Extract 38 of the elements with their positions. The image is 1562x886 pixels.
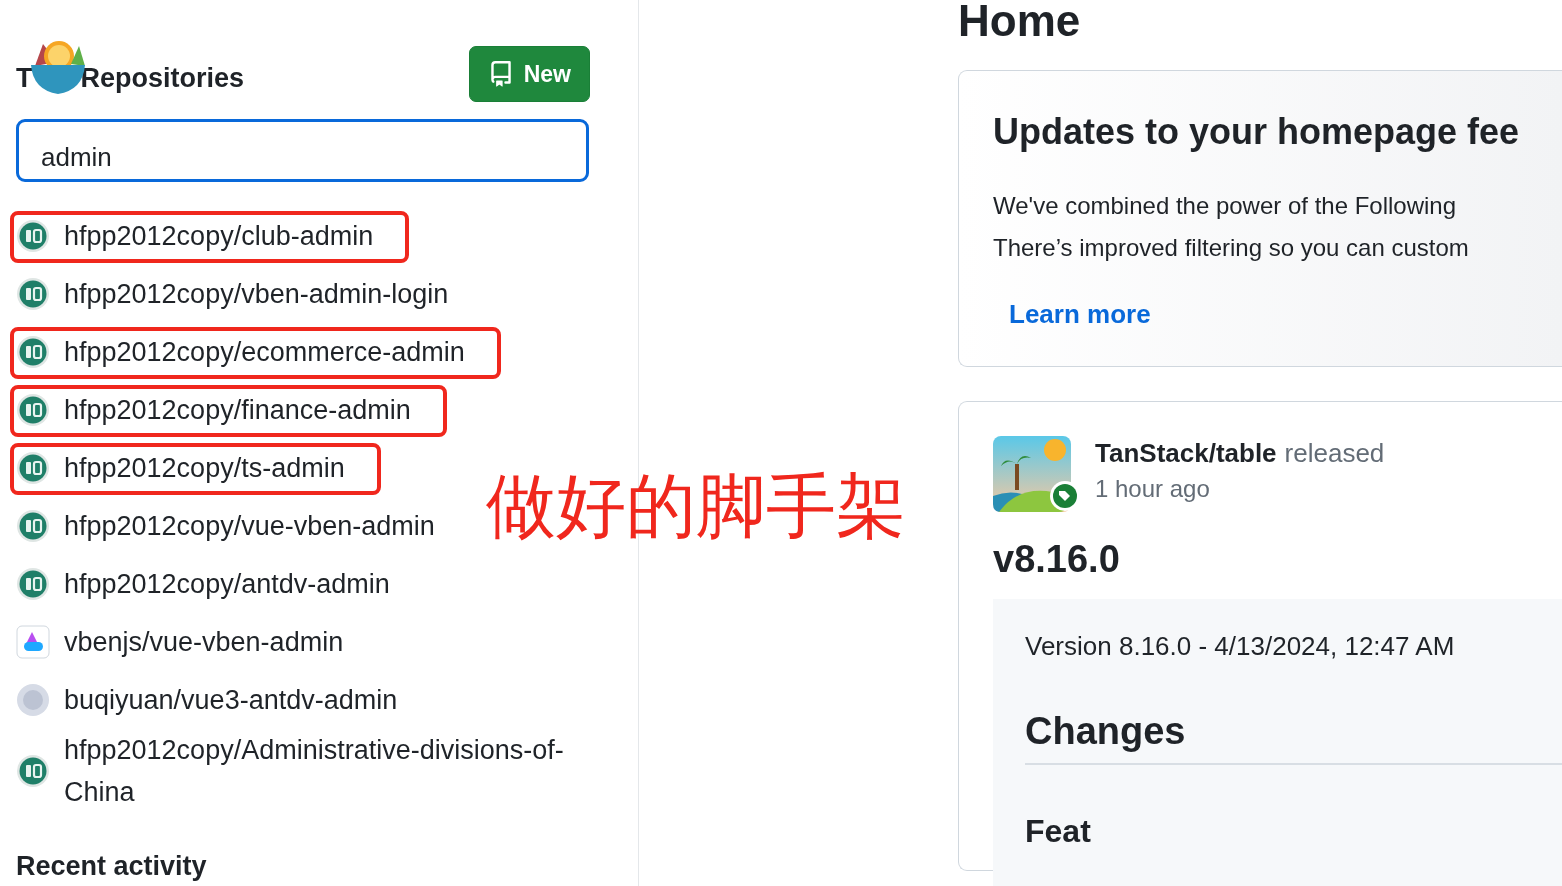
avatar-icon: [16, 219, 50, 253]
release-title: v8.16.0: [993, 538, 1121, 581]
avatar-icon: [16, 509, 50, 543]
repo-link[interactable]: hfpp2012copy/ts-admin: [64, 447, 345, 489]
avatar-icon: [16, 335, 50, 369]
page-title: Home: [958, 0, 1082, 44]
event-text: released: [1284, 438, 1385, 469]
notes-subheading: Feat: [1025, 813, 1092, 850]
card-text: We've combined the power of the Following: [993, 191, 1458, 221]
repo-link[interactable]: hfpp2012copy/club-admin: [64, 215, 374, 257]
heading-text: Repositories: [80, 63, 245, 94]
search-field[interactable]: admin: [16, 119, 589, 182]
avatar-icon: [16, 754, 50, 788]
annotation-text: 做好的脚手架: [486, 468, 906, 545]
avatar-icon: [16, 277, 50, 311]
repo-link[interactable]: vbenjs/vue-vben-admin: [64, 621, 344, 663]
new-button[interactable]: New: [468, 46, 590, 102]
card-text: There’s improved filtering so you can custom: [993, 233, 1470, 263]
repo-link[interactable]: hfpp2012copy/vue-vben-admin: [64, 505, 435, 547]
repo-link[interactable]: hfpp2012copy/Administrative-divisions-of-China: [64, 729, 576, 813]
learn-more-link[interactable]: Learn more: [1009, 299, 1151, 330]
repo-link[interactable]: hfpp2012copy/finance-admin: [64, 389, 411, 431]
avatar-icon: [16, 567, 50, 601]
release-subtitle: Version 8.16.0 - 4/13/2024, 12:47 AM: [1025, 631, 1456, 662]
avatar-icon: [16, 451, 50, 485]
repo-link[interactable]: hfpp2012copy/vben-admin-login: [64, 273, 449, 315]
logo-icon: [16, 625, 50, 659]
card-title: Updates to your homepage fee: [993, 111, 1521, 153]
repo-link[interactable]: TanStack/table: [1095, 438, 1277, 469]
notes-heading: Changes: [1025, 710, 1562, 765]
repo-link[interactable]: hfpp2012copy/ecommerce-admin: [64, 331, 465, 373]
avatar-icon: [16, 393, 50, 427]
timestamp: 1 hour ago: [1095, 475, 1211, 503]
repo-link[interactable]: buqiyuan/vue3-antdv-admin: [64, 679, 398, 721]
section-heading: Recent activity: [16, 851, 208, 882]
heading-text: T: [16, 63, 33, 94]
repo-link[interactable]: hfpp2012copy/antdv-admin: [64, 563, 390, 605]
avatar-placeholder: [16, 683, 50, 717]
